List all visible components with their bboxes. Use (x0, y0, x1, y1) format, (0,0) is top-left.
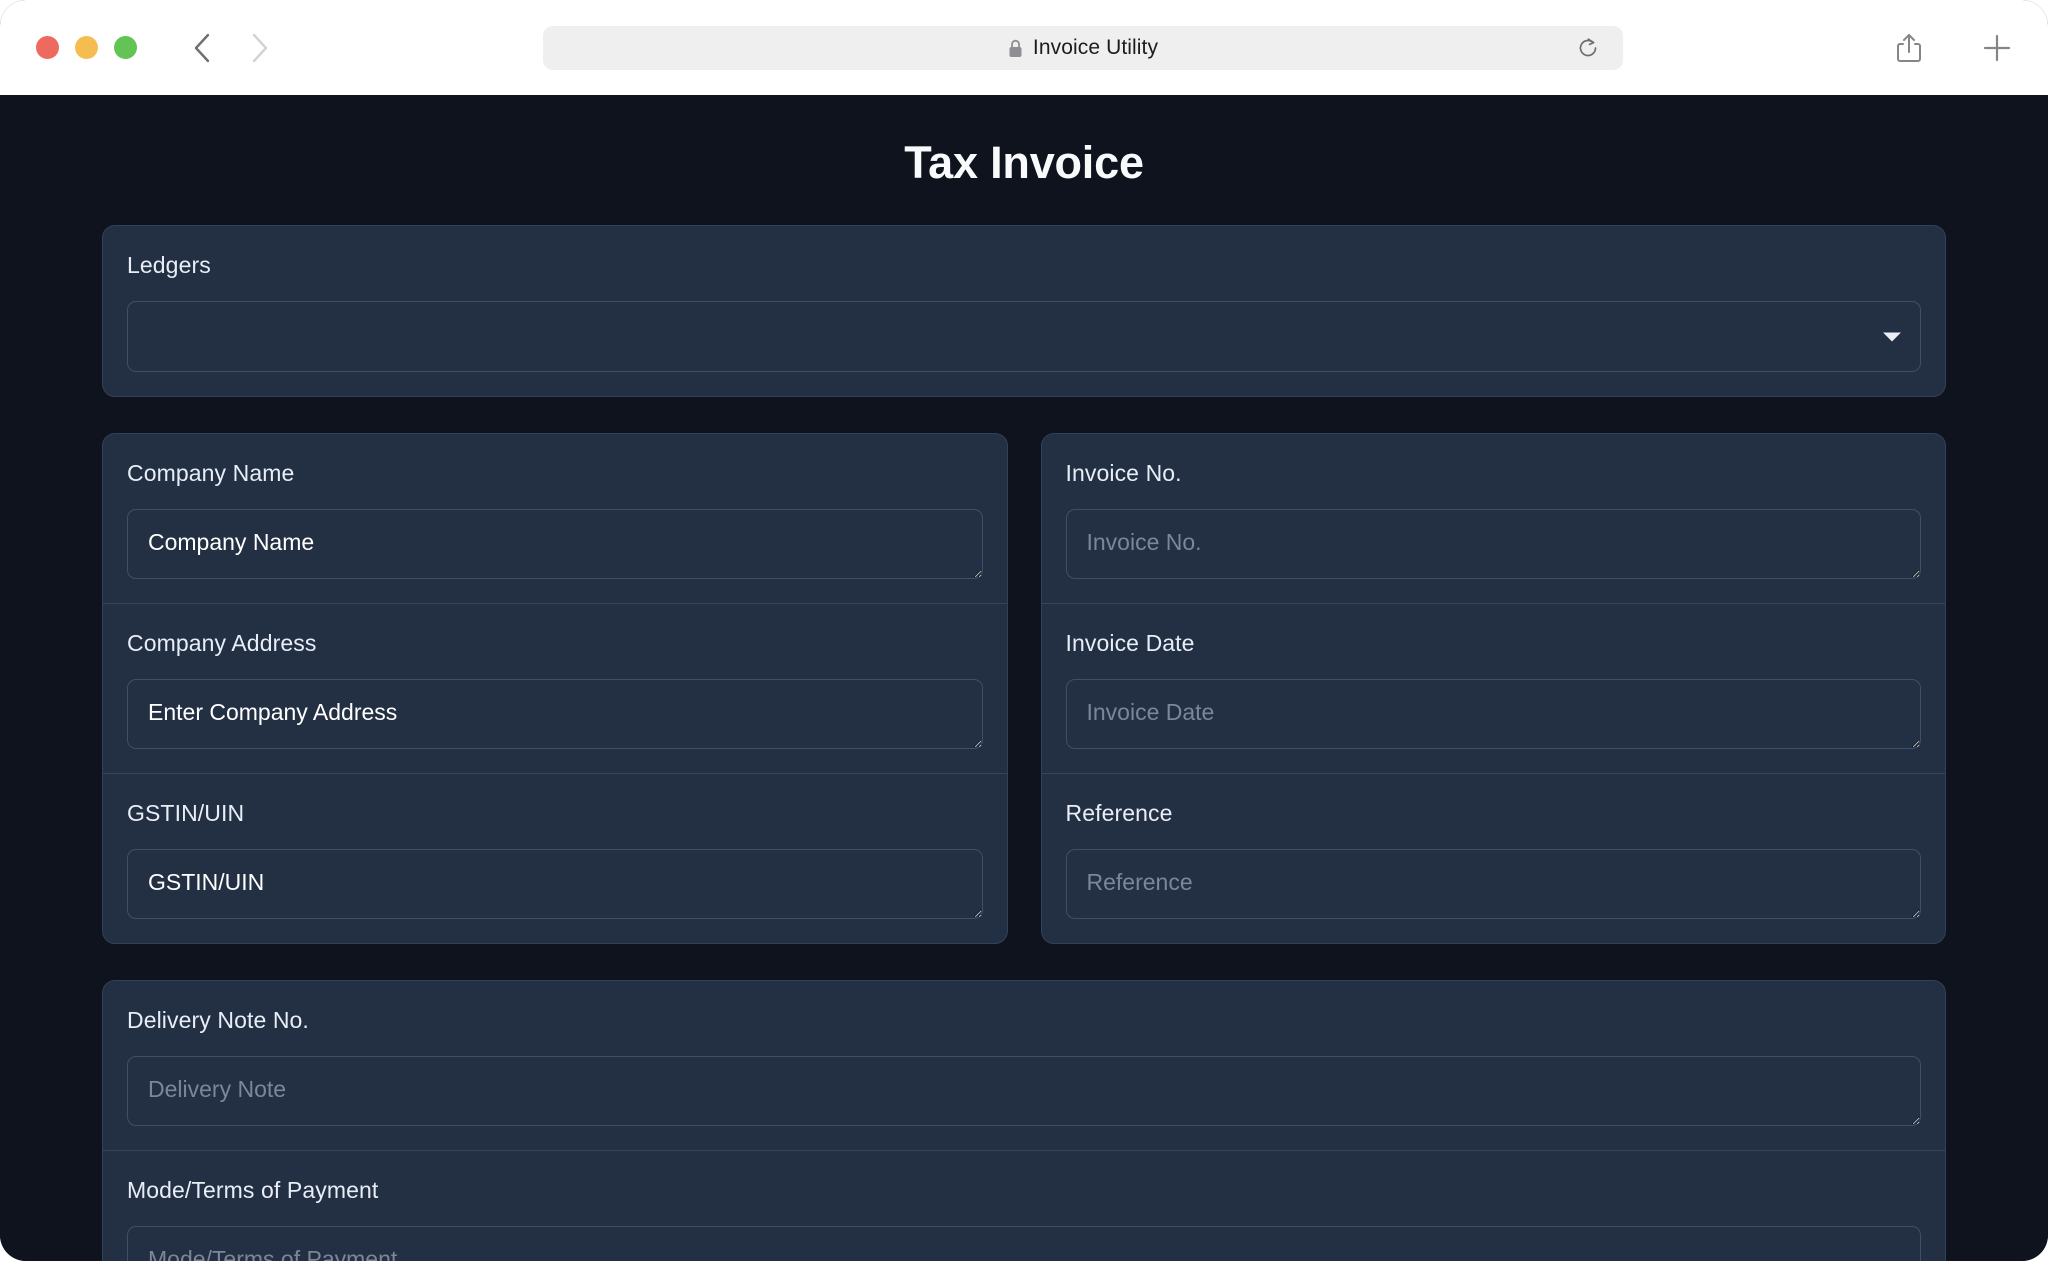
share-icon (1897, 33, 1921, 62)
toolbar-right-actions (1892, 31, 2014, 65)
browser-toolbar: Invoice Utility (0, 0, 2048, 95)
invoice-no-label: Invoice No. (1065, 460, 1182, 486)
reference-label: Reference (1065, 800, 1173, 826)
reference-group: Reference (1041, 773, 1945, 943)
maximize-window-button[interactable] (114, 36, 137, 59)
page-title: Tax Invoice (904, 137, 1144, 188)
share-button[interactable] (1892, 31, 1926, 65)
site-title: Invoice Utility (1032, 36, 1159, 59)
company-name-group: Company Name (103, 434, 1007, 603)
close-window-button[interactable] (36, 36, 59, 59)
delivery-note-label: Delivery Note No. (127, 1007, 309, 1033)
page-content: Tax Invoice Ledgers Company Name Company… (0, 95, 2048, 1261)
reference-input[interactable] (1065, 849, 1921, 919)
ledgers-field-group: Ledgers (103, 226, 1945, 396)
new-tab-button[interactable] (1980, 31, 2014, 65)
ledgers-card: Ledgers (102, 225, 1946, 397)
delivery-note-group: Delivery Note No. (103, 981, 1945, 1150)
mode-terms-group: Mode/Terms of Payment (103, 1150, 1945, 1261)
browser-window: Invoice Utility Tax Invoice Ledgers Comp… (0, 0, 2048, 1261)
ledgers-select-wrapper (127, 301, 1921, 372)
company-name-label: Company Name (127, 460, 295, 486)
forward-button[interactable] (243, 31, 277, 65)
invoice-date-group: Invoice Date (1041, 603, 1945, 773)
address-bar[interactable]: Invoice Utility (543, 26, 1623, 70)
minimize-window-button[interactable] (75, 36, 98, 59)
reload-icon (1579, 38, 1597, 57)
invoice-no-group: Invoice No. (1042, 434, 1946, 603)
gstin-group: GSTIN/UIN (103, 773, 1007, 943)
plus-icon (1983, 34, 2011, 61)
company-address-label: Company Address (127, 630, 317, 656)
delivery-note-input[interactable] (127, 1056, 1921, 1126)
company-details-card: Company Name Company Address GSTIN/UIN (102, 433, 1008, 944)
lock-icon (1008, 39, 1023, 58)
navigation-buttons (185, 31, 277, 65)
company-address-group: Company Address (103, 603, 1007, 773)
delivery-details-card: Delivery Note No. Mode/Terms of Payment (102, 980, 1946, 1261)
gstin-input[interactable] (127, 849, 983, 919)
traffic-lights (36, 36, 137, 59)
invoice-date-label: Invoice Date (1065, 630, 1195, 656)
ledgers-select[interactable] (127, 301, 1921, 372)
form-content: Ledgers Company Name Company Name Compan… (0, 225, 2048, 1261)
ledgers-label: Ledgers (127, 252, 211, 278)
invoice-details-card: Invoice No. Invoice Date Reference (1040, 433, 1946, 944)
invoice-no-input[interactable] (1065, 509, 1921, 579)
mode-terms-label: Mode/Terms of Payment (127, 1177, 379, 1203)
chevron-left-icon (194, 33, 210, 62)
company-address-input[interactable] (127, 679, 983, 749)
invoice-date-input[interactable] (1065, 679, 1921, 749)
mode-terms-input[interactable] (127, 1226, 1921, 1261)
reload-button[interactable] (1575, 35, 1601, 61)
gstin-label: GSTIN/UIN (127, 800, 245, 826)
address-bar-content: Invoice Utility (1008, 36, 1158, 60)
columns-row: Company Name Company Address GSTIN/UIN (102, 433, 1946, 944)
back-button[interactable] (185, 31, 219, 65)
company-name-input[interactable] (127, 509, 983, 579)
chevron-right-icon (252, 33, 268, 62)
